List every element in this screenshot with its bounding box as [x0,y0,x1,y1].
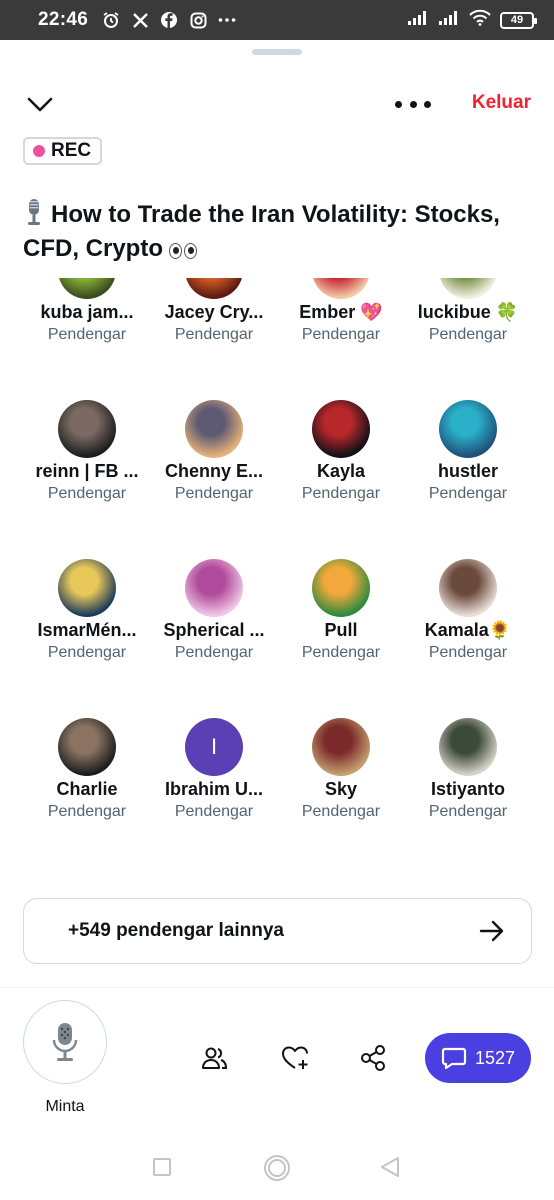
eyes-emoji-icon [169,243,197,259]
share-icon[interactable] [358,1043,388,1073]
listener-role: Pendengar [47,644,127,661]
recent-apps-icon[interactable] [152,1157,172,1177]
heart-add-icon[interactable] [280,1043,310,1073]
listener-role: Pendengar [174,803,254,820]
more-notifications-icon [218,11,236,29]
status-time: 22:46 [38,9,89,30]
drag-handle[interactable] [252,49,302,55]
space-title: How to Trade the Iran Volatility: Stocks… [23,198,533,266]
listener-name: Ibrahim U... [164,779,263,799]
arrow-right-icon [479,920,504,942]
signal-icon-1 [407,10,429,31]
listener-role: Pendengar [47,326,127,343]
listener-avatar[interactable] [58,559,116,617]
request-mic-button[interactable] [23,1000,107,1084]
bottom-divider [0,987,554,988]
listener-name: hustler [437,461,498,481]
microphone-emoji-icon [28,199,40,225]
listener-role: Pendengar [428,326,508,343]
listener-avatar[interactable] [185,559,243,617]
listener-grid: kuba jam... Pendengar Jacey Cry... Pendenga… [0,278,554,868]
listener-name: Istiyanto [430,779,505,799]
listener-name: Charlie [56,779,118,799]
status-bar: 22:46 49 [0,0,554,40]
listener-avatar[interactable] [185,278,243,299]
more-listeners-button[interactable]: +549 pendengar lainnya [23,898,532,964]
chat-button[interactable]: 1527 [425,1033,531,1083]
listener-name: IsmarMén... [37,620,137,640]
back-icon[interactable] [379,1156,401,1178]
listener-name: Pull [324,620,358,640]
listener-role: Pendengar [301,485,381,502]
notification-icons [102,11,236,29]
recording-dot-icon [33,145,45,157]
recording-badge: REC [23,137,103,165]
listener-name: Spherical ... [163,620,265,640]
space-topbar: Keluar [0,84,554,124]
listener-role: Pendengar [47,803,127,820]
listener-name: luckibue 🍀 [417,302,519,322]
listener-avatar[interactable] [58,400,116,458]
listener-role: Pendengar [174,644,254,661]
listener-avatar[interactable] [185,400,243,458]
listener-avatar[interactable] [312,559,370,617]
x-logo-icon [131,11,149,29]
listener-avatar[interactable] [312,278,370,299]
leave-button[interactable]: Keluar [472,92,531,114]
instagram-icon [189,11,207,29]
request-label: Minta [45,1098,85,1115]
system-icons: 49 [407,9,537,31]
listener-avatar[interactable] [439,718,497,776]
chat-bubble-icon [441,1047,467,1070]
listener-name: Kamala🌻 [424,620,512,640]
listener-name: Chenny E... [164,461,263,481]
microphone-icon [52,1023,78,1061]
listener-name: Kayla [316,461,366,481]
space-sheet: Keluar REC How to Trade the Iran Volatil… [0,40,554,1200]
facebook-icon [160,11,178,29]
listener-avatar[interactable] [58,278,116,299]
listener-avatar[interactable] [312,400,370,458]
more-options-icon[interactable] [395,92,431,116]
recording-label: REC [51,140,92,161]
listener-role: Pendengar [301,326,381,343]
alarm-icon [102,11,120,29]
listener-avatar[interactable]: I [185,718,243,776]
listener-avatar[interactable] [312,718,370,776]
listener-avatar[interactable] [439,559,497,617]
listener-name: reinn | FB ... [35,461,139,481]
space-title-text: How to Trade the Iran Volatility: Stocks… [23,201,500,262]
chat-count: 1527 [474,1047,516,1068]
listener-name: Ember 💖 [299,302,383,322]
home-icon[interactable] [262,1153,292,1183]
listener-role: Pendengar [301,803,381,820]
listener-name: Jacey Cry... [164,302,264,322]
listener-avatar[interactable] [439,278,497,299]
battery-indicator: 49 [500,11,537,29]
listener-role: Pendengar [174,485,254,502]
wifi-icon [469,9,491,31]
listener-role: Pendengar [301,644,381,661]
listener-role: Pendengar [428,644,508,661]
listener-avatar[interactable] [58,718,116,776]
listener-role: Pendengar [47,485,127,502]
chevron-down-icon[interactable] [26,90,54,118]
listener-name: Sky [324,779,358,799]
listener-avatar[interactable] [439,400,497,458]
signal-icon-2 [438,10,460,31]
more-listeners-label: +549 pendengar lainnya [68,920,284,941]
listener-name: kuba jam... [40,302,134,322]
people-icon[interactable] [200,1043,230,1073]
listener-role: Pendengar [428,803,508,820]
listener-role: Pendengar [174,326,254,343]
system-nav-bar [0,1145,554,1200]
listener-role: Pendengar [428,485,508,502]
